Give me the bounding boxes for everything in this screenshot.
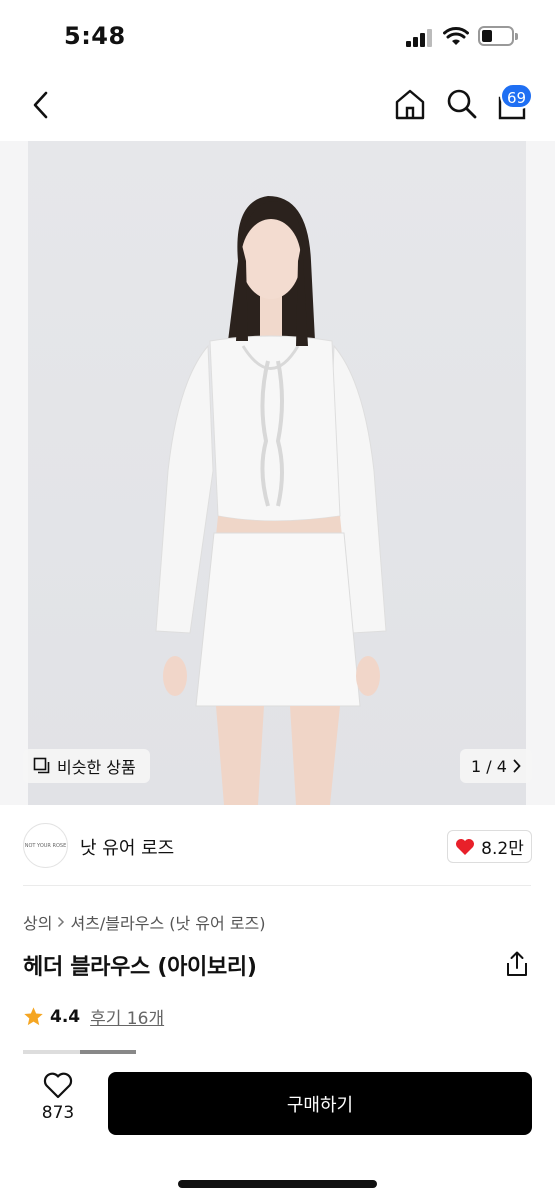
buy-button-label: 구매하기	[286, 1094, 354, 1116]
chevron-right-icon	[58, 916, 65, 928]
heart-outline-icon	[43, 1072, 73, 1099]
brand-like-count: 8.2만	[481, 839, 524, 859]
search-icon[interactable]	[444, 86, 480, 122]
rating-row: 4.4 후기 16개	[23, 1004, 164, 1029]
chevron-right-icon	[513, 759, 521, 773]
brand-row: NOT YOUR ROSE 낫 유어 로즈 8.2만	[0, 820, 555, 876]
status-time: 5:48	[64, 22, 126, 50]
battery-icon	[478, 26, 518, 46]
bottom-action-bar: 873 구매하기	[0, 1058, 555, 1200]
rating-value: 4.4	[50, 1006, 81, 1027]
tab-indicator-peek	[23, 1050, 136, 1054]
home-indicator[interactable]	[178, 1180, 377, 1188]
star-icon	[24, 1007, 43, 1026]
brand-name[interactable]: 낫 유어 로즈	[80, 834, 174, 860]
wishlist-count: 873	[41, 1103, 75, 1123]
wishlist-button[interactable]: 873	[30, 1072, 86, 1142]
breadcrumb-item-category[interactable]: 상의	[23, 910, 52, 934]
product-title: 헤더 블라우스 (아이보리)	[23, 955, 257, 980]
cart-count-badge: 69	[500, 83, 534, 109]
wifi-icon	[443, 27, 469, 45]
heart-filled-icon	[456, 838, 475, 855]
share-icon[interactable]	[504, 950, 530, 978]
similar-products-label: 비슷한 상품	[57, 758, 136, 777]
product-image[interactable]	[28, 141, 526, 805]
brand-logo-text: NOT YOUR ROSE	[24, 842, 67, 849]
review-count-link[interactable]: 후기 16개	[90, 1004, 164, 1029]
status-bar: 5:48	[0, 0, 555, 70]
signal-icon	[406, 29, 434, 47]
model-photo	[28, 141, 526, 805]
divider	[23, 885, 531, 886]
buy-button[interactable]: 구매하기	[108, 1072, 532, 1135]
page-indicator-text: 1 / 4	[471, 756, 507, 776]
back-icon[interactable]	[26, 88, 56, 122]
breadcrumb-item-subcategory[interactable]: 셔츠/블라우스 (낫 유어 로즈)	[70, 910, 265, 934]
brand-logo[interactable]: NOT YOUR ROSE	[23, 823, 68, 868]
similar-icon	[33, 757, 50, 774]
image-page-indicator[interactable]: 1 / 4	[460, 749, 532, 783]
breadcrumb: 상의 셔츠/블라우스 (낫 유어 로즈)	[23, 910, 266, 934]
similar-products-button[interactable]: 비슷한 상품	[23, 749, 150, 783]
next-image-peek-right	[526, 141, 555, 805]
next-image-peek-left	[0, 141, 28, 805]
brand-like-button[interactable]: 8.2만	[447, 830, 532, 863]
home-icon[interactable]	[392, 86, 428, 122]
top-nav: 69	[0, 75, 555, 135]
